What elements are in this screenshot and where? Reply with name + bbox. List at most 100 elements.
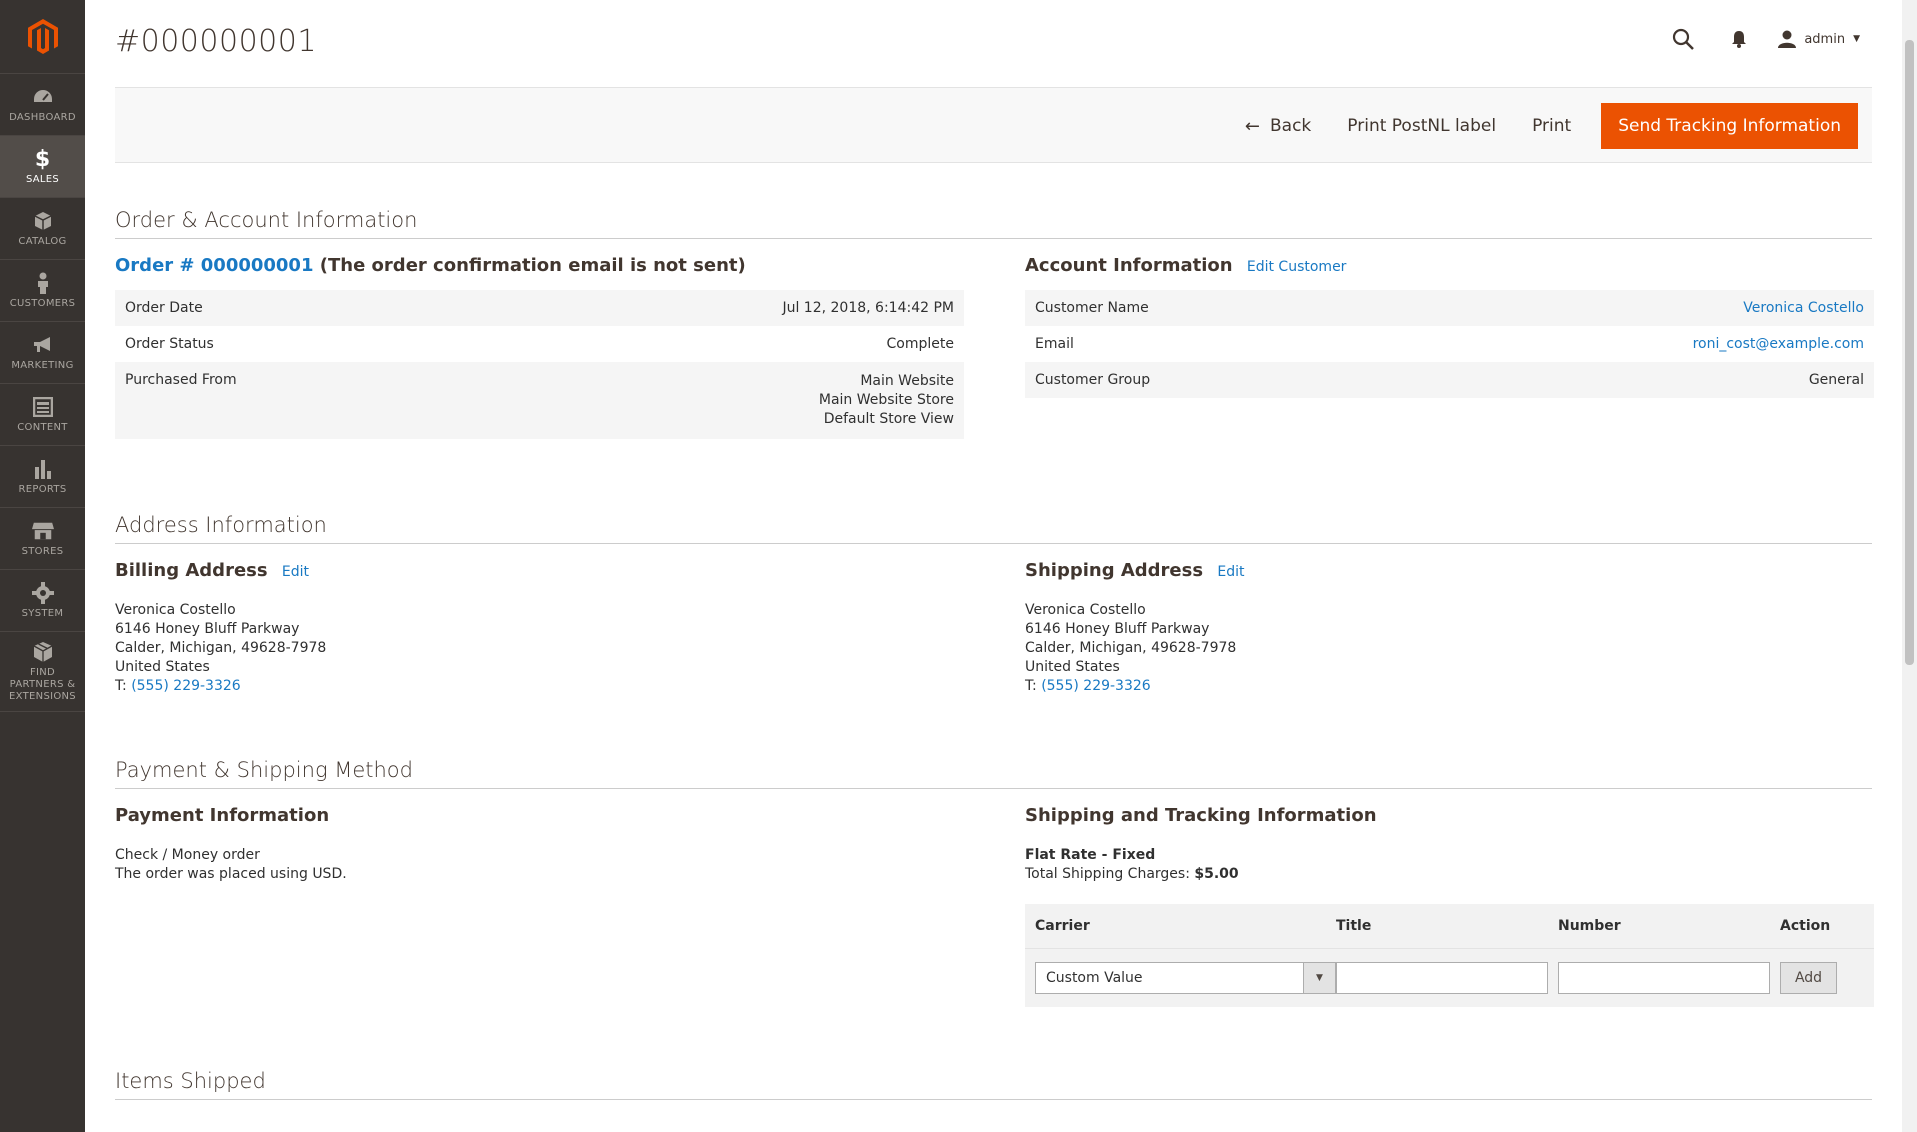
tracking-title-input[interactable] xyxy=(1336,962,1548,994)
store-name: Main Website Store xyxy=(818,392,954,408)
order-number-link[interactable]: Order # 000000001 xyxy=(115,255,313,276)
nav-find-partners[interactable]: FIND PARTNERS & EXTENSIONS xyxy=(0,632,85,712)
nav-content-label: CONTENT xyxy=(17,422,68,433)
carrier-select-value: Custom Value xyxy=(1046,970,1143,986)
nav-reports-label: REPORTS xyxy=(18,484,67,495)
shipping-phone-link[interactable]: (555) 229-3326 xyxy=(1041,678,1151,694)
tracking-input-row: Custom Value ▼ Add xyxy=(1025,949,1874,1007)
shipping-phone-line: T: (555) 229-3326 xyxy=(1025,677,1874,696)
table-row: Purchased From Main Website Main Website… xyxy=(115,362,964,439)
payment-information: Payment Information Check / Money order … xyxy=(115,805,964,884)
nav-customers-label: CUSTOMERS xyxy=(9,298,76,309)
shipping-charges-label: Total Shipping Charges: xyxy=(1025,866,1195,882)
nav-content[interactable]: CONTENT xyxy=(0,384,85,446)
layout-icon xyxy=(32,396,54,418)
store-icon xyxy=(31,520,54,542)
billing-title: Billing Address xyxy=(115,560,268,581)
billing-city: Calder, Michigan, 49628-7978 xyxy=(115,640,327,656)
shipping-tracking-title: Shipping and Tracking Information xyxy=(1025,805,1377,826)
title-header: Title xyxy=(1336,918,1372,934)
page-title: #000000001 xyxy=(115,24,317,59)
print-postnl-button[interactable]: Print PostNL label xyxy=(1329,104,1514,148)
account-info-table: Customer Name Veronica Costello Email ro… xyxy=(1025,290,1874,398)
page-scrollbar[interactable] xyxy=(1902,0,1917,1132)
add-tracking-button[interactable]: Add xyxy=(1780,962,1837,994)
back-button[interactable]: ← Back xyxy=(1227,104,1329,149)
nav-marketing[interactable]: MARKETING xyxy=(0,322,85,384)
edit-billing-link[interactable]: Edit xyxy=(282,564,309,580)
order-status-value: Complete xyxy=(886,336,954,352)
purchased-from-label: Purchased From xyxy=(115,362,540,439)
admin-sidebar: DASHBOARD $ SALES CATALOG CUSTOMERS MARK… xyxy=(0,0,85,1132)
tracking-number-input[interactable] xyxy=(1558,962,1770,994)
print-button[interactable]: Print xyxy=(1514,104,1589,148)
shipping-street: 6146 Honey Bluff Parkway xyxy=(1025,621,1210,637)
billing-phone-link[interactable]: (555) 229-3326 xyxy=(131,678,241,694)
shipping-phone-prefix: T: xyxy=(1025,678,1042,694)
bell-icon[interactable] xyxy=(1726,26,1752,52)
billing-address-block: Veronica Costello 6146 Honey Bluff Parkw… xyxy=(115,601,964,696)
chevron-down-icon: ▼ xyxy=(1303,963,1335,993)
caret-down-icon: ▼ xyxy=(1853,34,1860,44)
payment-shipping-section: Payment & Shipping Method Payment Inform… xyxy=(115,758,1874,1007)
store-view-name: Default Store View xyxy=(823,411,954,427)
email-link[interactable]: roni_cost@example.com xyxy=(1693,336,1864,352)
number-cell xyxy=(1558,962,1780,994)
boxes-icon xyxy=(32,641,54,663)
edit-customer-link[interactable]: Edit Customer xyxy=(1247,259,1347,275)
customer-name-link[interactable]: Veronica Costello xyxy=(1743,300,1864,316)
action-cell: Add xyxy=(1780,962,1874,994)
order-info-table: Order Date Jul 12, 2018, 6:14:42 PM Orde… xyxy=(115,290,964,439)
magento-logo[interactable] xyxy=(0,0,85,74)
nav-catalog[interactable]: CATALOG xyxy=(0,198,85,260)
website-name: Main Website xyxy=(860,373,954,389)
shipping-address: Shipping Address Edit Veronica Costello … xyxy=(1025,560,1874,696)
bar-chart-icon xyxy=(32,458,54,480)
order-date-label: Order Date xyxy=(115,290,540,326)
customer-name-label: Customer Name xyxy=(1025,290,1450,326)
nav-dashboard[interactable]: DASHBOARD xyxy=(0,74,85,136)
carrier-select[interactable]: Custom Value ▼ xyxy=(1035,962,1336,994)
action-header: Action xyxy=(1780,918,1831,934)
billing-street: 6146 Honey Bluff Parkway xyxy=(115,621,300,637)
search-icon[interactable] xyxy=(1670,26,1696,52)
cube-icon xyxy=(32,210,54,232)
nav-stores[interactable]: STORES xyxy=(0,508,85,570)
admin-user-menu[interactable]: admin ▼ xyxy=(1778,30,1860,48)
billing-heading: Billing Address Edit xyxy=(115,560,964,581)
order-account-section: Order & Account Information Order # 0000… xyxy=(115,208,1874,439)
shipping-method: Flat Rate - Fixed xyxy=(1025,847,1156,863)
nav-reports[interactable]: REPORTS xyxy=(0,446,85,508)
scrollbar-thumb[interactable] xyxy=(1905,40,1914,665)
nav-customers[interactable]: CUSTOMERS xyxy=(0,260,85,322)
billing-country: United States xyxy=(115,659,210,675)
number-header: Number xyxy=(1558,918,1621,934)
title-cell xyxy=(1336,962,1558,994)
billing-phone-prefix: T: xyxy=(115,678,132,694)
dashboard-icon xyxy=(32,86,54,108)
magento-logo-icon xyxy=(27,18,58,54)
order-account-title: Order & Account Information xyxy=(115,208,1872,239)
email-label: Email xyxy=(1035,336,1074,352)
shipping-title: Shipping Address xyxy=(1025,560,1204,581)
header-actions: admin ▼ xyxy=(1640,26,1860,52)
payment-title: Payment Information xyxy=(115,805,330,826)
send-tracking-button[interactable]: Send Tracking Information xyxy=(1601,103,1858,149)
shipping-charges: Total Shipping Charges: $5.00 xyxy=(1025,865,1874,884)
table-row: Customer Name Veronica Costello xyxy=(1025,290,1874,326)
back-label: Back xyxy=(1270,116,1312,136)
account-information: Account Information Edit Customer Custom… xyxy=(1025,255,1874,398)
address-section: Address Information Billing Address Edit… xyxy=(115,513,1872,694)
table-row: Order Date Jul 12, 2018, 6:14:42 PM xyxy=(115,290,964,326)
nav-sales[interactable]: $ SALES xyxy=(0,136,85,198)
edit-shipping-link[interactable]: Edit xyxy=(1217,564,1244,580)
order-status-label: Order Status xyxy=(125,336,214,352)
user-icon xyxy=(1778,30,1797,48)
nav-dashboard-label: DASHBOARD xyxy=(9,112,76,123)
payment-currency-note: The order was placed using USD. xyxy=(115,866,347,882)
carrier-cell: Custom Value ▼ xyxy=(1025,962,1336,994)
account-heading: Account Information Edit Customer xyxy=(1025,255,1874,276)
nav-system[interactable]: SYSTEM xyxy=(0,570,85,632)
nav-find-partners-label: FIND PARTNERS & EXTENSIONS xyxy=(9,666,76,702)
person-icon xyxy=(32,272,54,294)
